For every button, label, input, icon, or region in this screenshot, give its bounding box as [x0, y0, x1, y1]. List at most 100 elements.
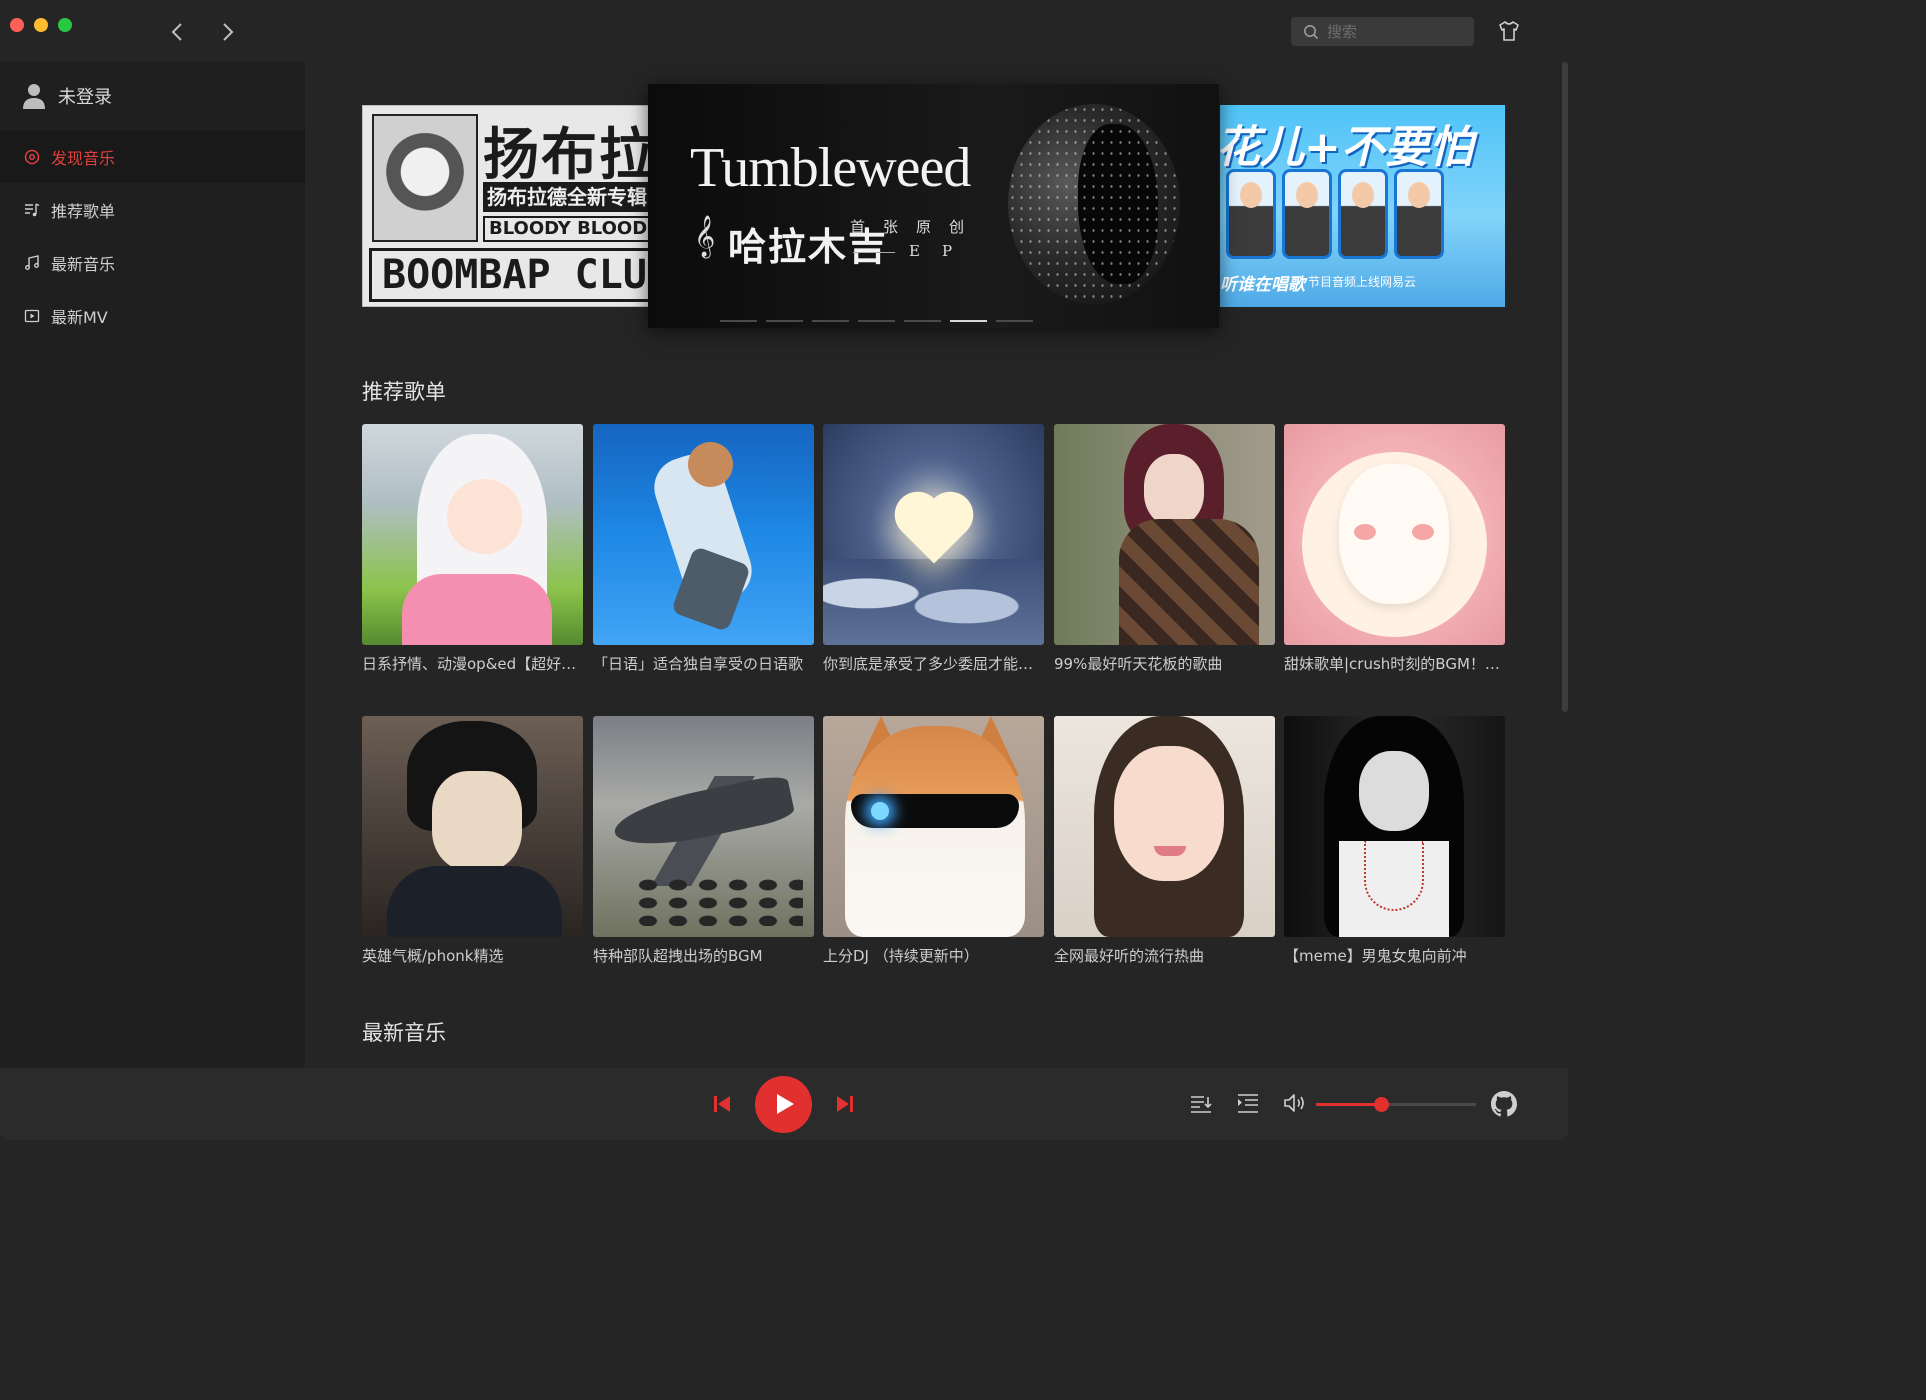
banner-left-bottom: BOOMBAP CLUB — [369, 248, 671, 302]
maximize-window-button[interactable] — [58, 18, 72, 32]
playlist-name: 「日语」适合独自享受の日语歌 — [593, 655, 804, 673]
banner-center-ep-line1: 首张原创 — [850, 218, 983, 236]
banner-right-title: 花儿+不要怕 — [1220, 122, 1473, 173]
bunny-cake-cover — [1284, 424, 1505, 645]
playlist-card[interactable]: 特种部队超拽出场的BGM — [593, 716, 814, 966]
github-icon[interactable] — [1491, 1091, 1517, 1117]
newest-section-title: 最新音乐 — [362, 1021, 446, 1045]
playlist-name: 99%最好听天花板的歌曲 — [1054, 655, 1223, 673]
banner-dot[interactable] — [996, 320, 1033, 322]
playlist-card[interactable]: 【meme】男鬼女鬼向前冲 — [1284, 716, 1505, 966]
play-icon — [777, 1094, 794, 1114]
recommended-section-title: 推荐歌单 — [362, 380, 446, 404]
banner-slide-active[interactable]: Tumbleweed 𝄞 哈拉木吉 首张原创 EP — [648, 84, 1219, 328]
sidebar-item-label: 发现音乐 — [51, 148, 116, 168]
playlist-card[interactable]: 99%最好听天花板的歌曲 — [1054, 424, 1275, 674]
sidebar-item-label: 最新MV — [51, 307, 108, 327]
playlist-name: 甜妹歌单|crush时刻的BGM！！！ — [1284, 655, 1505, 673]
next-track-icon[interactable] — [834, 1093, 856, 1115]
search-icon — [1304, 24, 1319, 39]
user-name-label: 未登录 — [58, 87, 112, 108]
banner-right-caption-left: 听谁在唱歌 — [1220, 275, 1305, 295]
playlist-name: 全网最好听的流行热曲 — [1054, 947, 1205, 965]
banner-dot[interactable] — [766, 320, 803, 322]
playlist-name: 你到底是承受了多少委屈才能如… — [823, 655, 1044, 673]
smiling-girl-cover — [1054, 716, 1275, 937]
sidebar-item-label: 最新音乐 — [51, 254, 116, 274]
anime-hero-cover — [362, 716, 583, 937]
playlist-card[interactable]: 甜妹歌单|crush时刻的BGM！！！ — [1284, 424, 1505, 674]
sidebar: 未登录 发现音乐 推荐歌单 最新音乐 最新MV — [0, 62, 305, 1067]
banner-dot[interactable] — [858, 320, 895, 322]
main-scrollbar[interactable] — [1562, 62, 1568, 1067]
playlist-name: 特种部队超拽出场的BGM — [593, 947, 763, 965]
banner-left-tag: BLOODY BLOOD STREAM — [483, 216, 671, 242]
banner-center-ep-line2-wrap: EP — [853, 242, 974, 260]
scrollbar-thumb[interactable] — [1562, 62, 1568, 712]
banner-indicator — [720, 320, 1033, 324]
banner-dot-active[interactable] — [950, 320, 987, 322]
anime-girl-cover — [362, 424, 583, 645]
anime-sky-cover — [593, 424, 814, 645]
playlist-card[interactable]: 你到底是承受了多少委屈才能如… — [823, 424, 1044, 674]
title-bar — [0, 0, 1568, 62]
banner-center-portrait — [1008, 104, 1180, 304]
playlist-icon — [25, 202, 40, 216]
playlist-card[interactable]: 全网最好听的流行热曲 — [1054, 716, 1275, 966]
player-bar — [0, 1067, 1568, 1140]
playlist-grid: 日系抒情、动漫op&ed【超好听… 「日语」适合独自享受の日语歌 你到底是承受了… — [362, 424, 1505, 984]
sidebar-item-new-mv[interactable]: 最新MV — [0, 289, 305, 342]
play-queue-icon[interactable] — [1189, 1092, 1213, 1116]
app-window: 未登录 发现音乐 推荐歌单 最新音乐 — [0, 0, 1568, 1140]
playlist-name: 上分DJ （持续更新中） — [823, 947, 979, 965]
playlist-name: 【meme】男鬼女鬼向前冲 — [1284, 947, 1467, 965]
banner-left-subtitle: 扬布拉德全新专辑 — [483, 182, 671, 212]
banner-dot[interactable] — [720, 320, 757, 322]
search-input[interactable] — [1327, 22, 1467, 41]
banner-center-title: Tumbleweed — [690, 137, 971, 199]
banner-dot[interactable] — [812, 320, 849, 322]
fighter-jet-cover — [593, 716, 814, 937]
cool-cat-cover — [823, 716, 1044, 937]
video-icon — [24, 309, 40, 322]
ghost-boy-cover — [1284, 716, 1505, 937]
banner-slide-right[interactable]: 花儿+不要怕 听谁在唱歌 节目音频上线网易云 — [1220, 105, 1505, 307]
banner-center-ep-line2: EP — [909, 242, 975, 260]
sidebar-item-playlists[interactable]: 推荐歌单 — [0, 183, 305, 236]
minimize-window-button[interactable] — [34, 18, 48, 32]
forward-arrow-icon[interactable] — [215, 20, 239, 44]
user-login-row[interactable]: 未登录 — [0, 62, 305, 130]
user-avatar-icon — [23, 84, 45, 109]
playlist-name: 英雄气概/phonk精选 — [362, 947, 504, 965]
playlist-card[interactable]: 上分DJ （持续更新中） — [823, 716, 1044, 966]
main-content: 扬布拉德 扬布拉德全新专辑 BLOODY BLOOD STREAM BOOMBA… — [305, 62, 1560, 1067]
girl-portrait-cover — [1054, 424, 1275, 645]
close-window-button[interactable] — [10, 18, 24, 32]
heart-cloud-cover — [823, 424, 1044, 645]
volume-slider-handle[interactable] — [1374, 1097, 1390, 1112]
sidebar-item-label: 推荐歌单 — [51, 201, 116, 221]
sidebar-item-new-music[interactable]: 最新音乐 — [0, 236, 305, 289]
banner-right-people — [1226, 169, 1456, 261]
play-button[interactable] — [755, 1076, 812, 1133]
volume-fill — [1316, 1103, 1382, 1106]
volume-slider[interactable] — [1316, 1103, 1476, 1106]
playlist-card[interactable]: 日系抒情、动漫op&ed【超好听… — [362, 424, 583, 674]
banner-carousel[interactable]: 扬布拉德 扬布拉德全新专辑 BLOODY BLOOD STREAM BOOMBA… — [362, 84, 1505, 334]
sidebar-item-discover[interactable]: 发现音乐 — [0, 130, 305, 183]
treble-clef-icon: 𝄞 — [694, 216, 716, 257]
playlist-name: 日系抒情、动漫op&ed【超好听… — [362, 655, 583, 673]
playlist-card[interactable]: 「日语」适合独自享受の日语歌 — [593, 424, 814, 674]
playlist-card[interactable]: 英雄气概/phonk精选 — [362, 716, 583, 966]
back-arrow-icon[interactable] — [166, 20, 190, 44]
lyrics-list-icon[interactable] — [1236, 1092, 1260, 1116]
volume-icon[interactable] — [1282, 1091, 1306, 1115]
search-box[interactable] — [1291, 17, 1474, 46]
banner-dot[interactable] — [904, 320, 941, 322]
tshirt-icon[interactable] — [1497, 19, 1521, 43]
music-note-icon — [25, 254, 39, 270]
previous-track-icon[interactable] — [711, 1093, 733, 1115]
banner-left-title: 扬布拉德 — [483, 123, 671, 188]
banner-slide-left[interactable]: 扬布拉德 扬布拉德全新专辑 BLOODY BLOOD STREAM BOOMBA… — [362, 105, 672, 307]
disc-icon — [24, 149, 40, 164]
